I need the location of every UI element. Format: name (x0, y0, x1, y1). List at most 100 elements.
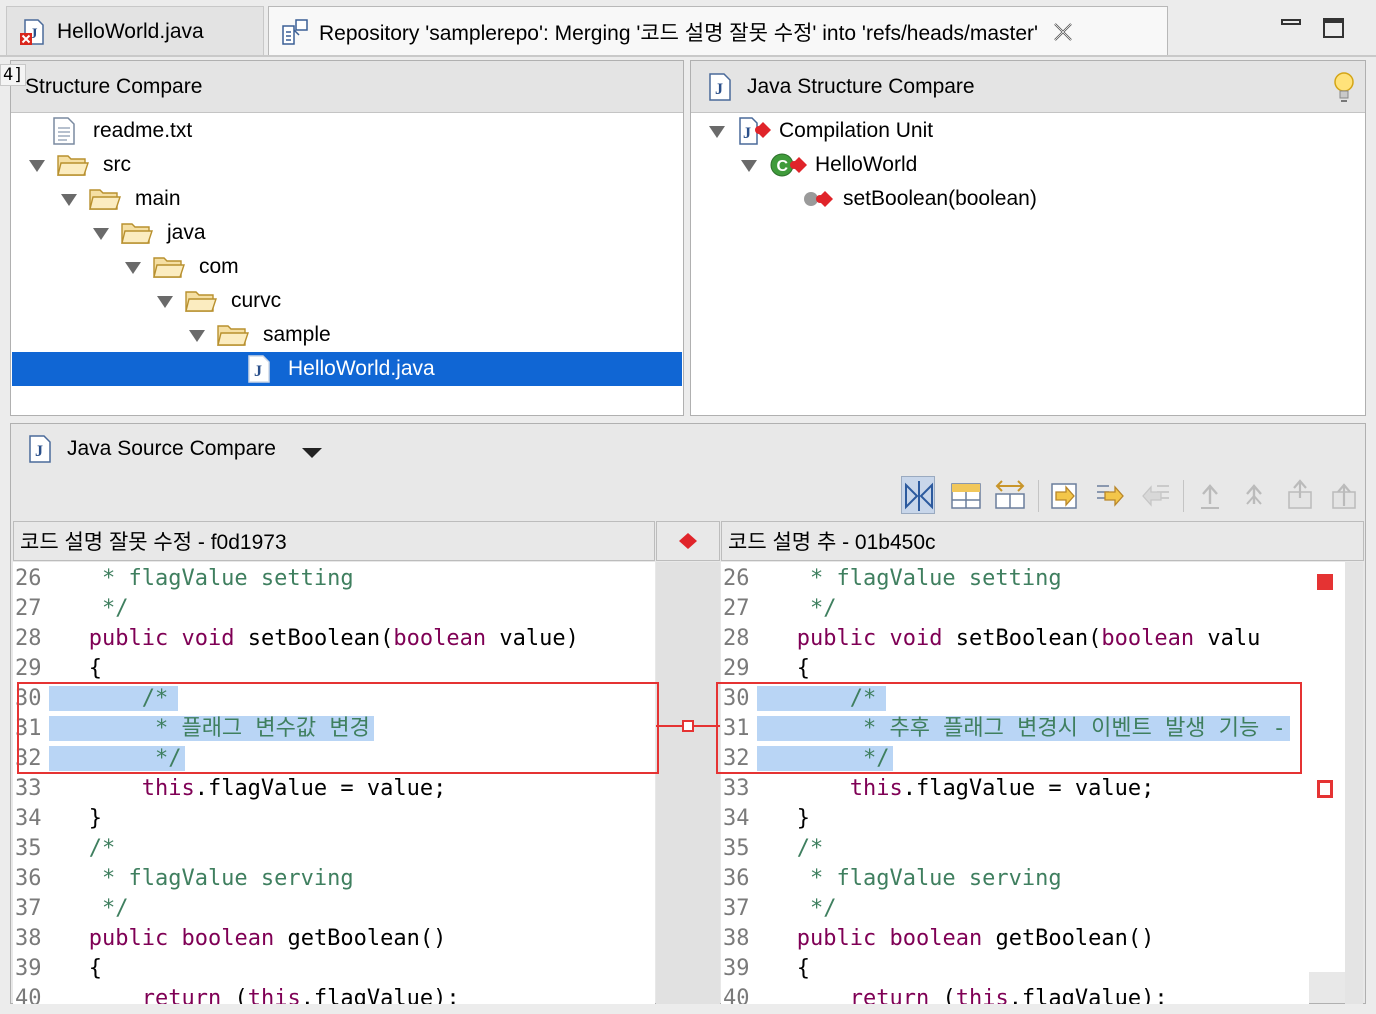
structure-compare-panel: Structure Compare readme.txt src main ja… (10, 60, 684, 416)
code-text: */ (757, 596, 837, 621)
code-text: */ (757, 896, 837, 921)
tree-item-curvc[interactable]: curvc (155, 284, 281, 318)
folder-icon (217, 323, 249, 347)
dropdown-arrow-icon[interactable] (301, 442, 322, 458)
maximize-icon[interactable] (1322, 16, 1346, 40)
code-text: { (49, 656, 102, 681)
code-text: } (49, 806, 102, 831)
panel-title: Java Structure Compare (747, 74, 975, 98)
expand-arrow-icon[interactable] (91, 223, 111, 243)
tab-helloworld-java[interactable]: J HelloWorld.java (6, 6, 264, 56)
code-text: { (757, 656, 810, 681)
copy-all-left-to-right-icon[interactable] (1047, 476, 1081, 514)
line-number: 37 (723, 896, 750, 921)
line-number: 35 (15, 836, 42, 861)
code-line: 34 } (13, 804, 655, 834)
tree-item-compilation-unit[interactable]: J Compilation Unit (707, 114, 933, 148)
expand-arrow-icon[interactable] (187, 325, 207, 345)
java-file-icon: J (29, 435, 51, 463)
left-diff-box (17, 682, 659, 774)
code-text: * flagValue serving (49, 866, 354, 891)
vertical-scrollbar[interactable] (1345, 562, 1363, 1004)
two-way-compare-icon[interactable] (901, 476, 935, 514)
code-line: 35 /* (13, 834, 655, 864)
right-diff-box (716, 682, 1302, 774)
right-pane-title-text: 코드 설명 추 - 01b450c (728, 531, 936, 554)
center-gutter (656, 562, 720, 1004)
tree-item-helloworld-class[interactable]: C HelloWorld (739, 148, 917, 182)
line-number: 33 (723, 776, 750, 801)
code-line: 34 } (721, 804, 1309, 834)
tree-item-label: sample (263, 323, 331, 346)
line-number: 27 (723, 596, 750, 621)
code-text: { (49, 956, 102, 981)
code-text: this.flagValue = value; (849, 776, 1155, 801)
show-ancestor-pane-icon[interactable] (949, 476, 983, 514)
left-code-pane[interactable]: 26 * flagValue setting 27 */28 public voi… (13, 562, 655, 1004)
expand-arrow-icon[interactable] (59, 189, 79, 209)
expand-arrow-icon[interactable] (123, 257, 143, 277)
svg-text:C: C (777, 158, 789, 175)
line-number: 38 (723, 926, 750, 951)
previous-difference-icon[interactable] (1237, 476, 1271, 514)
code-text: public boolean getBoolean() (88, 926, 447, 951)
code-line: 38 public boolean getBoolean() (721, 924, 1309, 954)
expand-arrow-icon[interactable] (27, 155, 47, 175)
swap-panes-icon[interactable] (993, 476, 1027, 514)
tree-item-readme[interactable]: readme.txt (53, 114, 192, 148)
folder-icon (185, 289, 217, 313)
code-line: 27 */ (13, 594, 655, 624)
tree-item-main[interactable]: main (59, 182, 181, 216)
code-text: /* (49, 836, 116, 861)
compilation-unit-icon: J (737, 117, 773, 145)
lightbulb-icon[interactable] (1333, 71, 1355, 103)
code-line: 37 */ (721, 894, 1309, 924)
conflict-icon (677, 532, 699, 550)
tree-item-src[interactable]: src (27, 148, 131, 182)
expand-arrow-icon[interactable] (155, 291, 175, 311)
tree-item-sample[interactable]: sample (187, 318, 331, 352)
expand-arrow-icon[interactable] (707, 121, 727, 141)
code-text: * flagValue setting (49, 566, 354, 591)
tree-item-java[interactable]: java (91, 216, 206, 250)
tree-item-set-boolean-method[interactable]: setBoolean(boolean) (801, 182, 1037, 216)
next-difference-icon[interactable] (1193, 476, 1227, 514)
tree-item-label: readme.txt (93, 119, 193, 142)
code-text: { (757, 956, 810, 981)
line-number: 39 (723, 956, 750, 981)
code-text: */ (49, 596, 129, 621)
line-number: 34 (15, 806, 42, 831)
diff-connector-handle[interactable] (682, 720, 694, 732)
tree-item-com[interactable]: com (123, 250, 239, 284)
close-icon[interactable] (1052, 21, 1074, 43)
svg-text:J: J (35, 443, 43, 460)
code-text: this.flagValue = value; (141, 776, 447, 801)
editor-tab-bar: J HelloWorld.java Repository 'samplerepo… (0, 0, 1376, 56)
code-line: 40 return (this.flagValue); (721, 984, 1309, 1004)
previous-change-icon[interactable] (1327, 476, 1361, 514)
left-pane-title: 코드 설명 잘못 수정 - f0d1973 (13, 521, 655, 561)
tree-item-helloworld-java[interactable]: J HelloWorld.java (12, 352, 682, 386)
code-text: */ (49, 896, 129, 921)
tab-merge-repository[interactable]: Repository 'samplerepo': Merging '코드 설명 … (268, 6, 1168, 56)
ruler-marker-top (1317, 574, 1333, 590)
overview-ruler[interactable] (1309, 562, 1345, 972)
tree-item-label: setBoolean(boolean) (843, 187, 1037, 210)
copy-change-right-to-left-icon[interactable] (1139, 476, 1173, 514)
code-line: 29 { (721, 654, 1309, 684)
right-code-pane[interactable]: 26 * flagValue setting 27 */28 public voi… (721, 562, 1309, 1004)
line-number: 40 (15, 986, 42, 1004)
code-line: 39 { (721, 954, 1309, 984)
minimize-icon[interactable] (1280, 16, 1304, 40)
line-number: 36 (15, 866, 42, 891)
folder-icon (57, 153, 89, 177)
next-change-icon[interactable] (1283, 476, 1317, 514)
code-text: /* (757, 836, 824, 861)
structure-compare-header: Structure Compare (11, 61, 683, 113)
expand-arrow-icon[interactable] (739, 155, 759, 175)
code-text: * flagValue serving (757, 866, 1062, 891)
copy-change-left-to-right-icon[interactable] (1093, 476, 1127, 514)
tree-item-label: Compilation Unit (779, 119, 934, 142)
ruler-marker-change[interactable] (1317, 780, 1333, 798)
java-structure-compare-header: J Java Structure Compare (691, 61, 1365, 113)
